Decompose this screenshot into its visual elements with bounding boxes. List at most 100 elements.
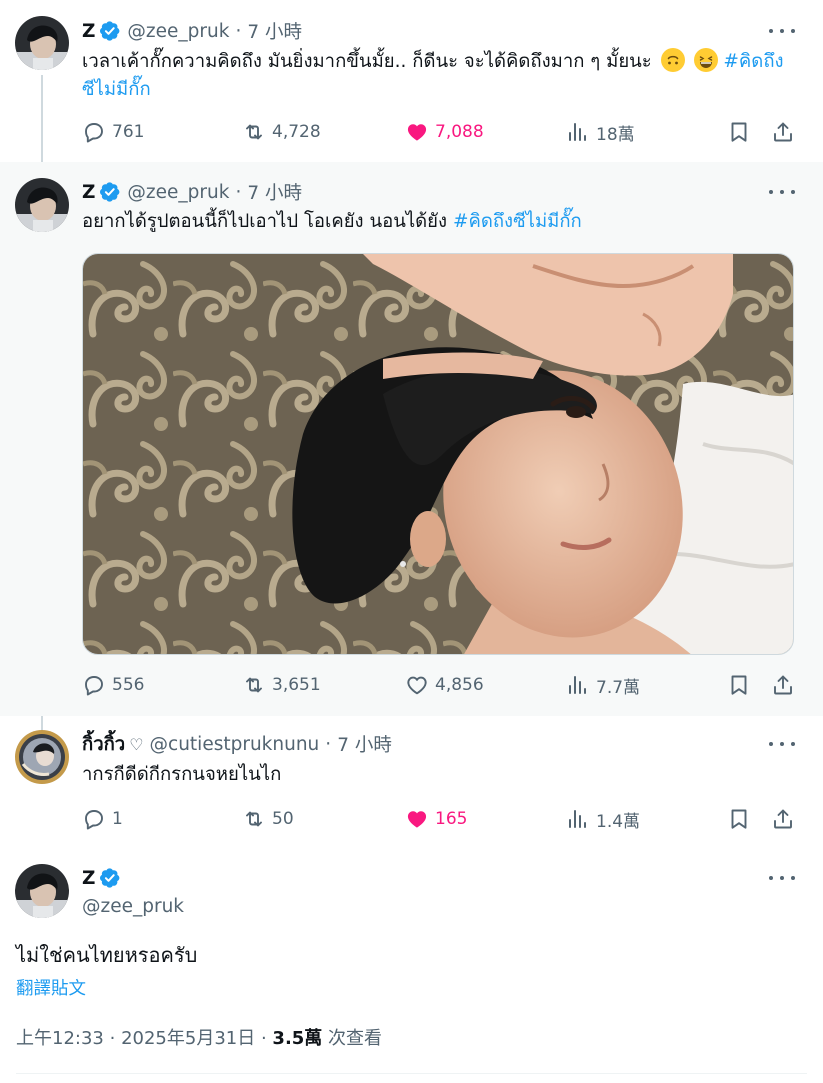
display-name[interactable]: Z [82, 182, 95, 203]
verified-badge-icon [99, 20, 121, 42]
tweet-actions: 1 50 165 1.4萬 [82, 804, 798, 834]
user-handle[interactable]: @zee_pruk [82, 896, 184, 917]
analytics-icon [566, 120, 590, 144]
repost-icon [242, 673, 266, 697]
more-icon[interactable] [769, 868, 795, 888]
reply-icon [82, 673, 106, 697]
display-name[interactable]: Z [82, 868, 95, 889]
repost-button[interactable]: 50 [242, 804, 294, 834]
translate-post-link[interactable]: 翻譯貼文 [16, 975, 86, 1000]
repost-icon [242, 807, 266, 831]
user-handle[interactable]: @zee_pruk [127, 182, 229, 203]
upside-down-face-emoji [660, 48, 685, 72]
main-tweet-handle-row: @zee_pruk [82, 894, 184, 918]
tweet-text: เวลาเค้ากั๊กความคิดถึง มันยิ่งมากขึ้นมั้… [82, 48, 798, 104]
bookmark-icon [727, 807, 751, 831]
reply-icon [82, 807, 106, 831]
meta-separator: · [109, 1028, 122, 1049]
tweet-2[interactable]: Z @zee_pruk · 7 小時 อยากได้รูปตอนนี้ก็ไปเ… [0, 162, 823, 716]
bookmark-icon [727, 673, 751, 697]
view-count: 1.4萬 [596, 811, 641, 832]
bookmark-button[interactable] [724, 804, 754, 834]
repost-count: 50 [272, 809, 294, 829]
repost-count: 4,728 [272, 122, 321, 142]
view-count: 7.7萬 [596, 677, 641, 698]
tweet-header: Z @zee_pruk · 7 小時 [82, 19, 302, 43]
tweet-text: อยากได้รูปตอนนี้ก็ไปเอาไป โอเคยัง นอนได้… [82, 208, 798, 236]
tweet-3[interactable]: กิ้วกิ้ว ♡ @cutiestpruknunu · 7 小時 าก​ร​… [0, 716, 823, 850]
views-button[interactable]: 1.4萬 [566, 804, 640, 834]
verified-badge-icon [99, 181, 121, 203]
display-name[interactable]: กิ้วกิ้ว [82, 730, 125, 759]
hashtag-link[interactable]: #คิดถึงซีไม่มีกั๊ก [453, 211, 582, 232]
views-label: 次查看 [328, 1028, 383, 1049]
reply-button[interactable]: 761 [82, 117, 144, 147]
analytics-icon [566, 673, 590, 697]
post-date[interactable]: 2025年5月31日 [121, 1028, 255, 1049]
share-icon [771, 120, 795, 144]
separator-dot: · [235, 20, 242, 42]
heart-icon [405, 807, 429, 831]
share-button[interactable] [768, 117, 798, 147]
post-time[interactable]: 上午12:33 [16, 1028, 104, 1049]
repost-count: 3,651 [272, 675, 321, 695]
hashtag-link-continued[interactable]: ซีไม่มีกั๊ก [82, 79, 151, 100]
tweet-body: เวลาเค้ากั๊กความคิดถึง มันยิ่งมากขึ้นมั้… [82, 51, 652, 72]
views-button[interactable]: 18萬 [566, 117, 635, 147]
main-tweet-name-row: Z [82, 866, 121, 890]
timestamp[interactable]: 7 小時 [337, 731, 392, 757]
views-total: 3.5萬 [272, 1028, 323, 1049]
bookmark-icon [727, 120, 751, 144]
like-count: 165 [435, 809, 468, 829]
reply-count: 556 [112, 675, 145, 695]
like-button[interactable]: 165 [405, 804, 467, 834]
tweet-photo[interactable] [82, 253, 794, 655]
grinning-squinting-face-emoji [693, 48, 718, 72]
more-icon[interactable] [769, 182, 795, 202]
avatar-image [15, 864, 69, 918]
tweet-header: กิ้วกิ้ว ♡ @cutiestpruknunu · 7 小時 [82, 730, 392, 759]
avatar[interactable] [15, 730, 69, 784]
tweet-actions: 556 3,651 4,856 7.7萬 [82, 670, 798, 700]
reply-count: 761 [112, 122, 145, 142]
user-handle[interactable]: @cutiestpruknunu [150, 734, 320, 755]
avatar[interactable] [15, 16, 69, 70]
tweet-text: าก​ร​ก​ี​ด​ี​ด​่​ก​ี​ก​ร​ก​น​จ​ห​ย​ไ​น​ไ… [82, 761, 798, 789]
heart-icon [405, 120, 429, 144]
user-handle[interactable]: @zee_pruk [127, 21, 229, 42]
avatar[interactable] [15, 178, 69, 232]
more-icon[interactable] [769, 734, 795, 754]
more-icon[interactable] [769, 21, 795, 41]
like-button[interactable]: 4,856 [405, 670, 484, 700]
tweet-header: Z @zee_pruk · 7 小時 [82, 180, 302, 204]
avatar-image [15, 16, 69, 70]
share-icon [771, 807, 795, 831]
repost-button[interactable]: 4,728 [242, 117, 321, 147]
name-heart-symbol: ♡ [129, 734, 144, 754]
tweet-body: อยากได้รูปตอนนี้ก็ไปเอาไป โอเคยัง นอนได้… [82, 211, 448, 232]
main-tweet-meta: 上午12:33 · 2025年5月31日 · 3.5萬 次查看 [16, 1024, 382, 1050]
like-count: 7,088 [435, 122, 484, 142]
hashtag-link[interactable]: #คิดถึง [723, 51, 783, 72]
selfie-photo [83, 254, 793, 654]
bookmark-button[interactable] [724, 670, 754, 700]
reply-icon [82, 120, 106, 144]
avatar[interactable] [15, 864, 69, 918]
bookmark-button[interactable] [724, 117, 754, 147]
repost-button[interactable]: 3,651 [242, 670, 321, 700]
separator-dot: · [325, 733, 332, 755]
timestamp[interactable]: 7 小時 [247, 179, 302, 205]
tweet-actions: 761 4,728 7,088 18萬 [82, 117, 798, 147]
like-button[interactable]: 7,088 [405, 117, 484, 147]
share-button[interactable] [768, 804, 798, 834]
reply-button[interactable]: 556 [82, 670, 144, 700]
timestamp[interactable]: 7 小時 [247, 18, 302, 44]
separator-dot: · [235, 181, 242, 203]
repost-icon [242, 120, 266, 144]
avatar-image [15, 178, 69, 232]
reply-button[interactable]: 1 [82, 804, 123, 834]
views-button[interactable]: 7.7萬 [566, 670, 640, 700]
display-name[interactable]: Z [82, 21, 95, 42]
share-button[interactable] [768, 670, 798, 700]
tweet-1[interactable]: Z @zee_pruk · 7 小時 เวลาเค้ากั๊กความคิดถึ… [0, 0, 823, 162]
